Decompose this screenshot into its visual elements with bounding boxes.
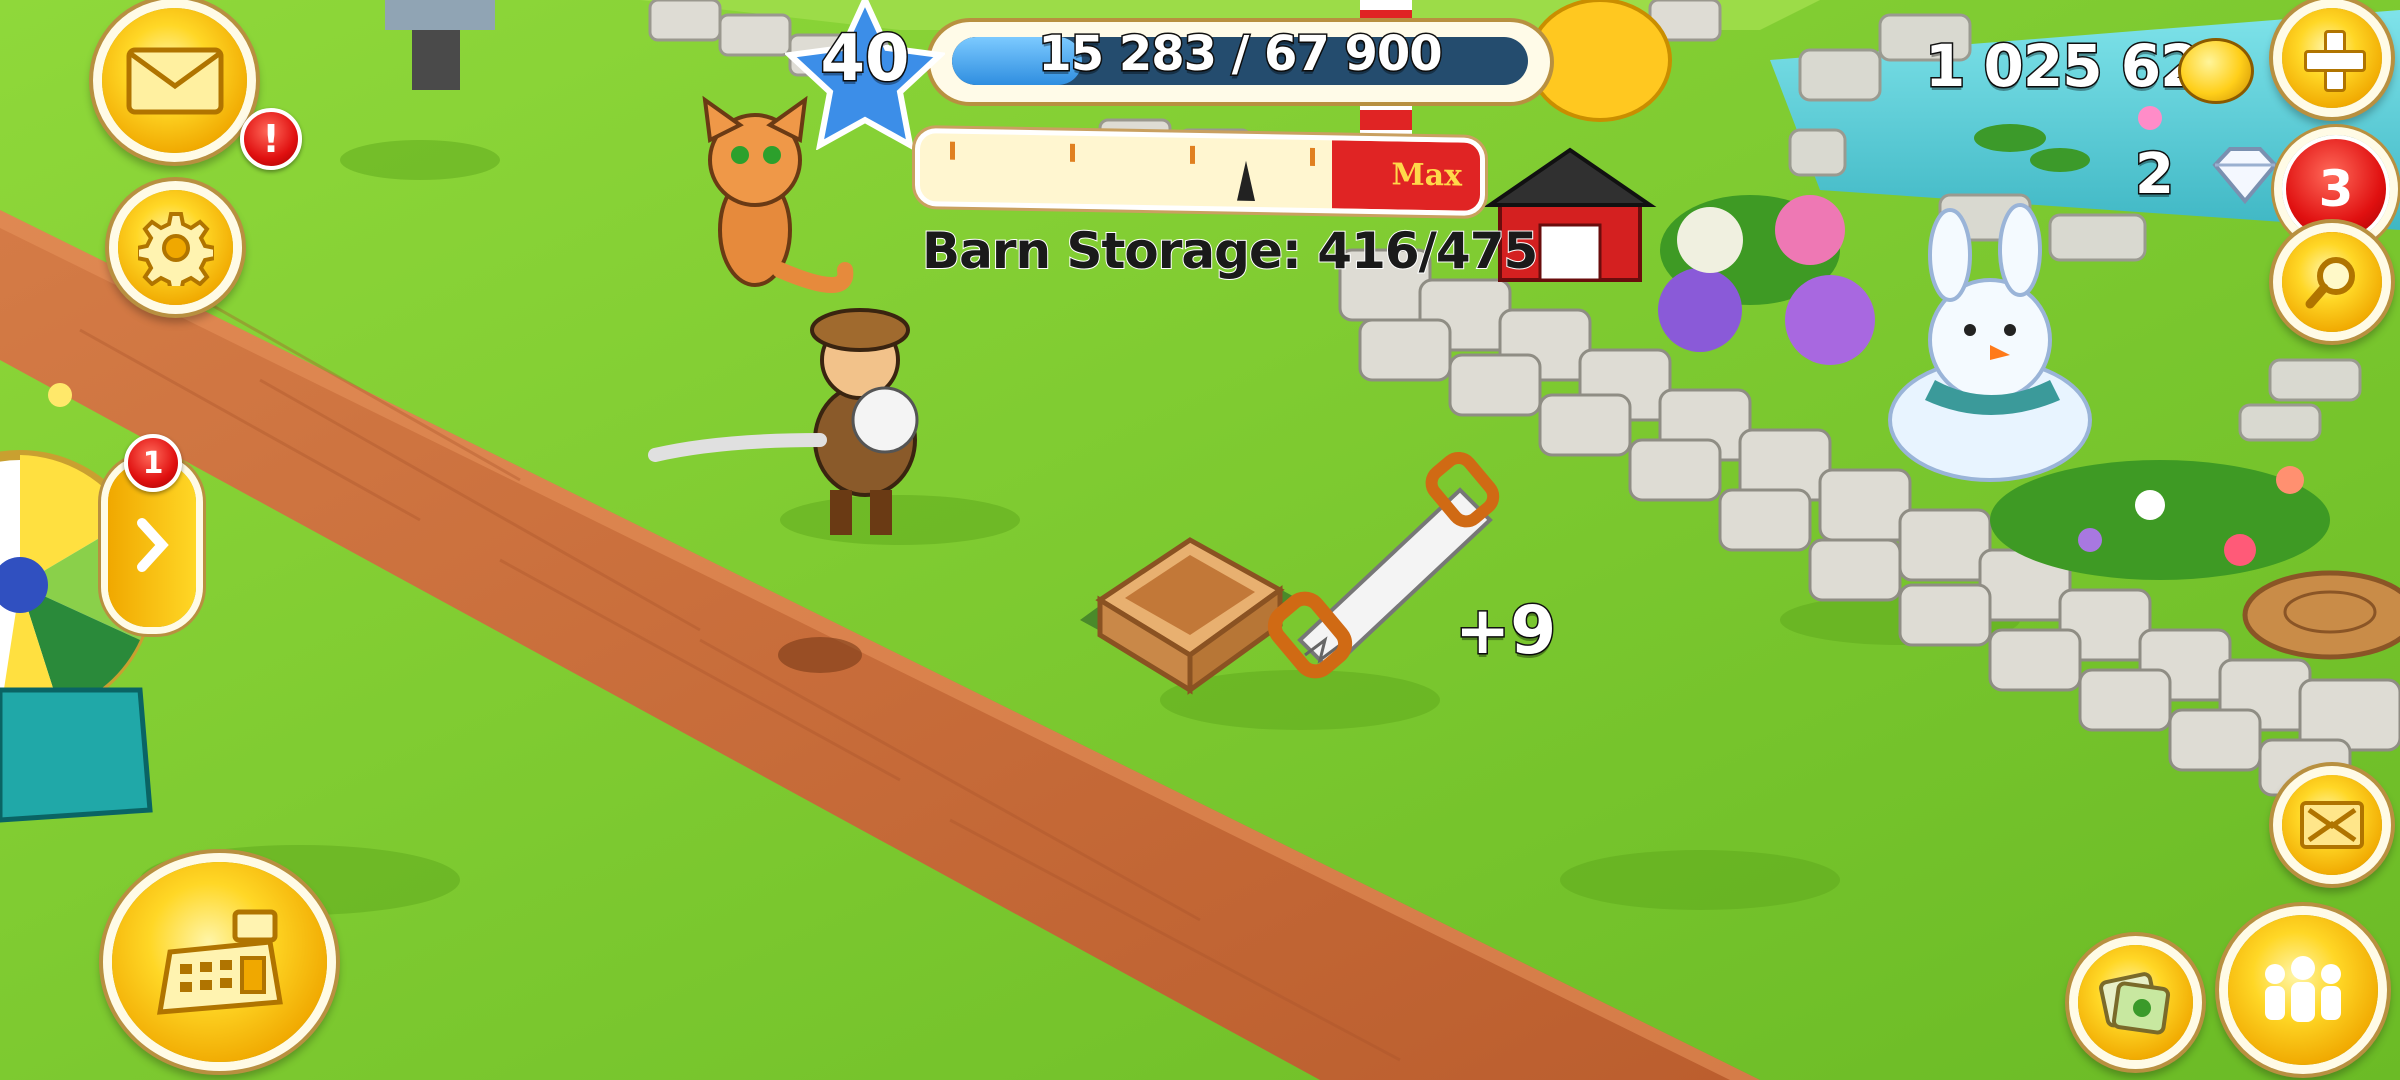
barn-meter-tick xyxy=(1310,147,1315,167)
barn-meter: Max xyxy=(920,133,1480,211)
barn-meter-max-label: Max xyxy=(1391,157,1462,194)
diamond-icon xyxy=(2210,145,2280,209)
mail-icon xyxy=(126,47,223,114)
cards-button[interactable] xyxy=(2078,945,2193,1060)
add-currency-button[interactable] xyxy=(2282,8,2382,108)
level-star[interactable]: 40 xyxy=(783,0,947,151)
diamond-count: 2 xyxy=(2134,141,2176,209)
mail-button[interactable] xyxy=(102,8,247,153)
map-expand-icon xyxy=(2300,801,2364,849)
cash-register-icon xyxy=(156,909,283,1015)
barn-meter-needle xyxy=(1237,160,1256,201)
settings-button[interactable] xyxy=(118,190,233,305)
search-button[interactable] xyxy=(2282,232,2382,332)
gear-icon xyxy=(137,211,214,286)
notification-badge[interactable]: 3 xyxy=(2282,135,2390,243)
level-number: 40 xyxy=(819,21,911,98)
plus-icon xyxy=(2304,30,2366,92)
friends-icon xyxy=(2265,956,2341,1022)
xp-text: 15 283 / 67 900 xyxy=(1037,25,1444,84)
chevron-right-icon xyxy=(137,517,169,572)
xp-bar: 15 283 / 67 900 xyxy=(930,22,1550,102)
expand-map-button[interactable] xyxy=(2282,775,2382,875)
cards-icon xyxy=(2098,971,2170,1034)
mail-alert-badge: ! xyxy=(240,108,302,170)
friends-button[interactable] xyxy=(2228,915,2378,1065)
barn-meter-tick xyxy=(1190,145,1195,164)
shop-button[interactable] xyxy=(112,862,327,1062)
barn-storage-label: Barn Storage: 416/475 xyxy=(921,221,1539,281)
barn-meter-tick xyxy=(1070,143,1075,162)
harvest-bonus-text: +9 xyxy=(1453,591,1557,671)
wheel-badge: 1 xyxy=(124,434,182,492)
gold-coin-icon xyxy=(2178,38,2254,104)
magnifier-icon xyxy=(2305,257,2355,309)
barn-meter-tick xyxy=(950,141,955,160)
